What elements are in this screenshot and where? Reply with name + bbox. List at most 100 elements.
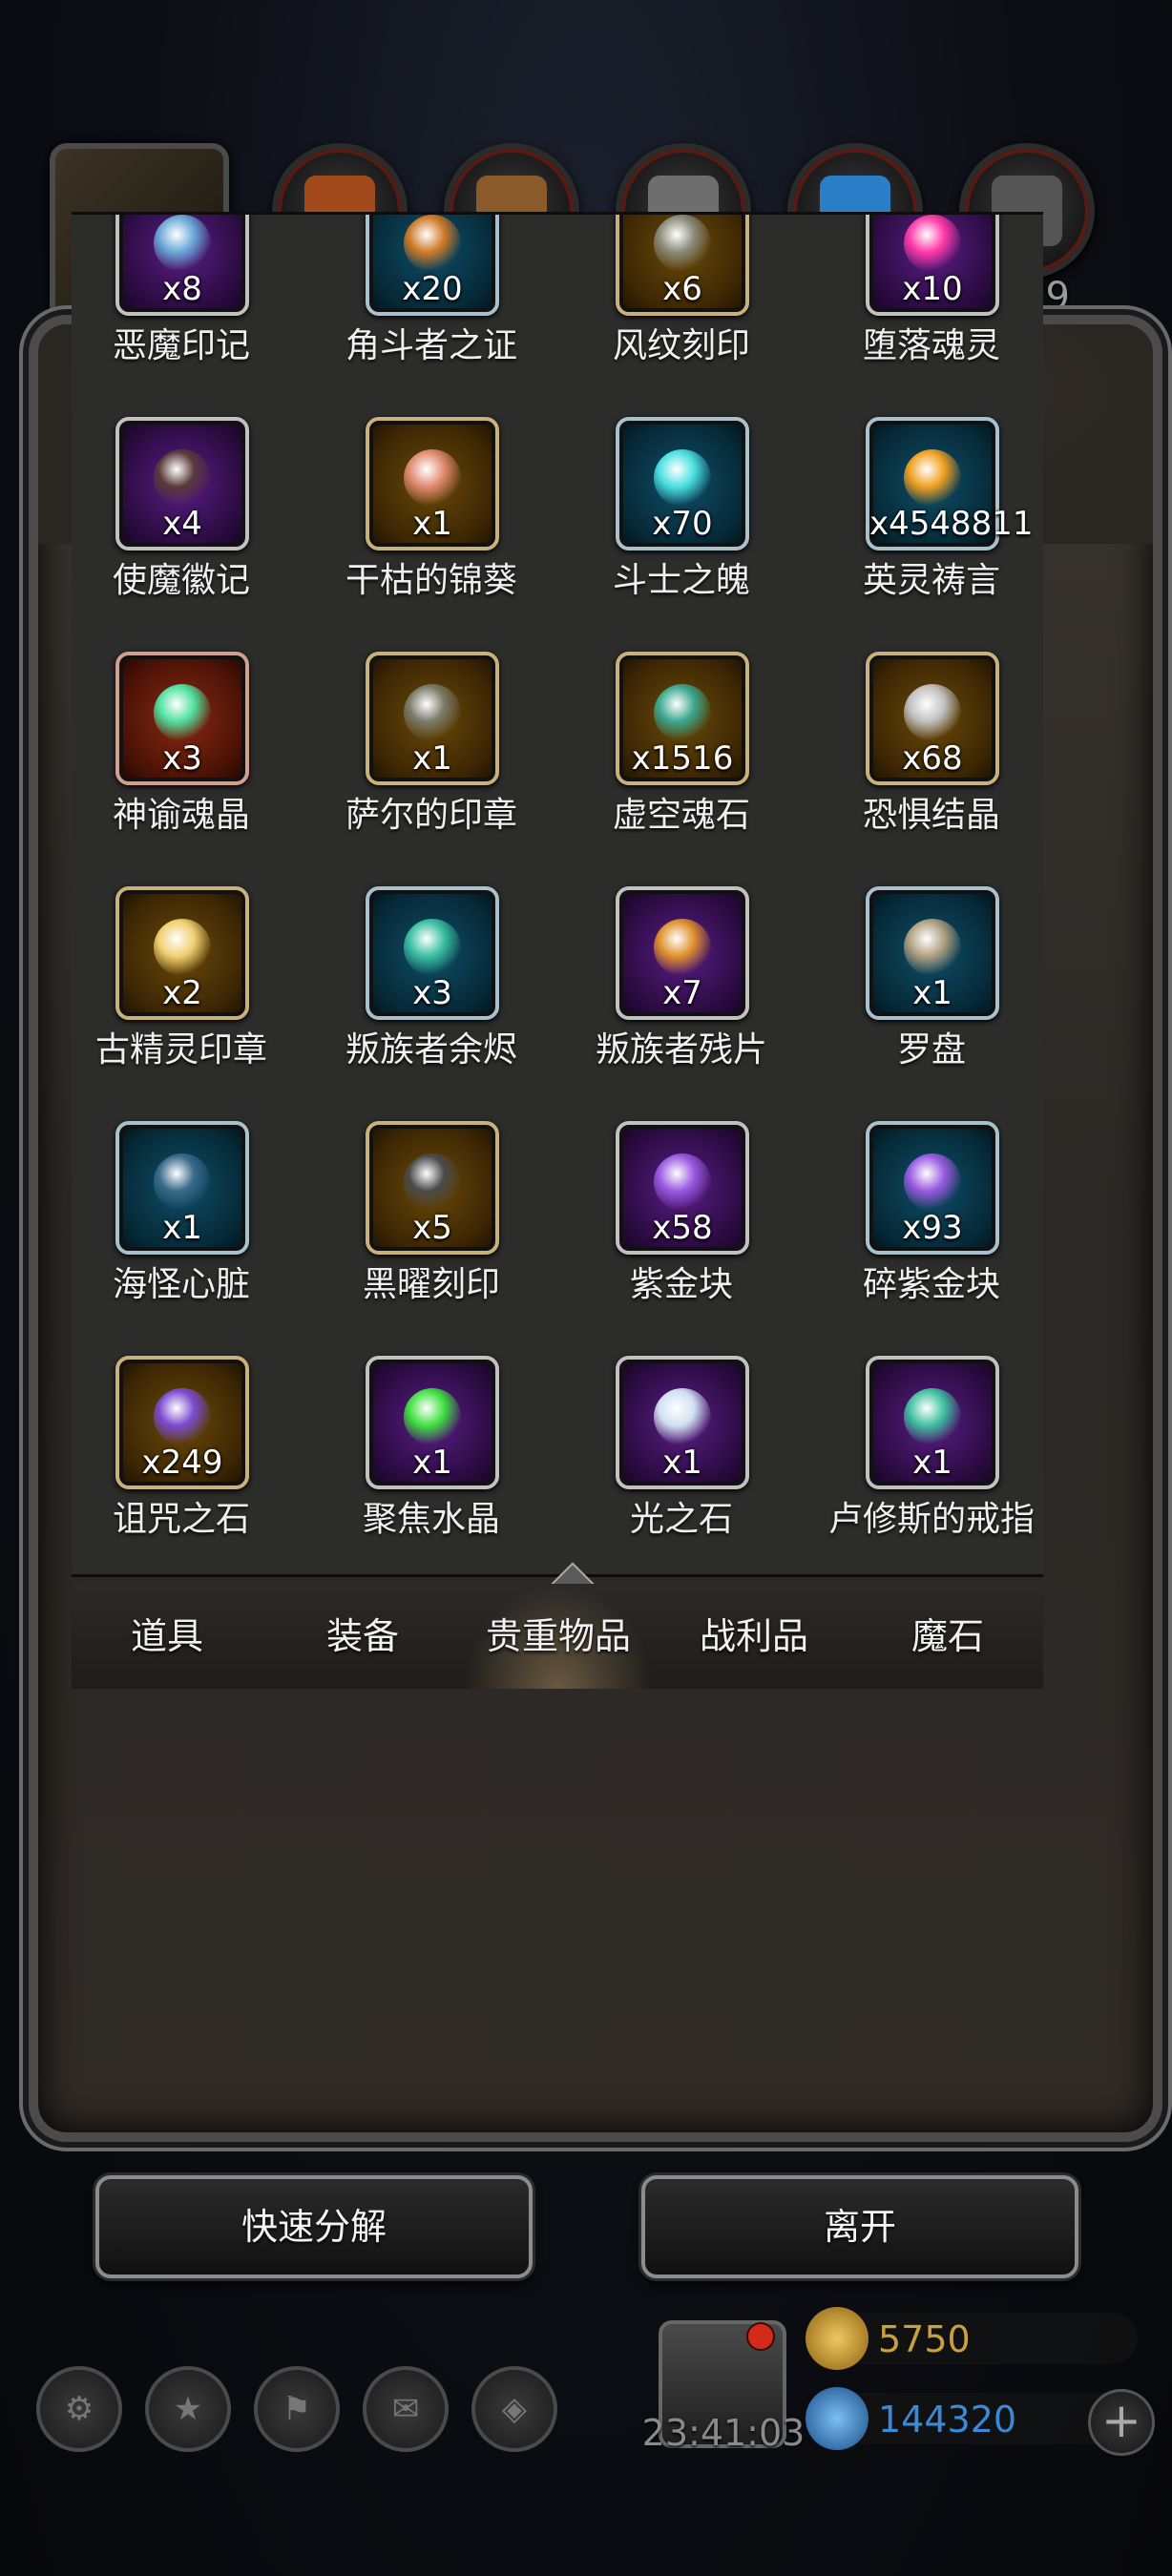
oracle-crystal-icon xyxy=(154,684,211,741)
settings-icon[interactable]: ⚙ xyxy=(36,2366,122,2452)
tab-equipment[interactable]: 装备 xyxy=(267,1584,458,1689)
item-slot[interactable]: x1516 xyxy=(616,652,749,785)
item-cell[interactable]: x70 斗士之魄 xyxy=(572,417,791,669)
item-name: 叛族者残片 xyxy=(595,1030,767,1070)
item-cell[interactable]: x1 萨尔的印章 xyxy=(322,652,541,904)
item-slot[interactable]: x2 xyxy=(115,886,249,1020)
tab-valuables[interactable]: 贵重物品 xyxy=(463,1584,654,1689)
fallen-soul-icon xyxy=(904,215,961,272)
item-quantity: x1 xyxy=(162,1209,202,1247)
item-quantity: x2 xyxy=(162,974,202,1012)
item-name: 英灵祷言 xyxy=(862,561,1000,600)
item-slot[interactable]: x1 xyxy=(115,1121,249,1255)
item-cell[interactable]: x5 黑曜刻印 xyxy=(322,1121,541,1373)
item-cell[interactable]: x1 罗盘 xyxy=(822,886,1041,1138)
traitor-shard-icon xyxy=(654,919,711,976)
item-cell[interactable]: x93 碎紫金块 xyxy=(822,1121,1041,1373)
lucius-ring-icon xyxy=(904,1388,961,1445)
item-name: 堕落魂灵 xyxy=(862,326,1000,365)
gem-value: 144320 xyxy=(878,2399,1017,2441)
item-quantity: x1 xyxy=(912,1444,952,1482)
item-cell[interactable]: x68 恐惧结晶 xyxy=(822,652,1041,904)
item-quantity: x70 xyxy=(652,505,713,543)
shop-icon[interactable]: ◈ xyxy=(471,2366,557,2452)
item-slot[interactable]: x58 xyxy=(616,1121,749,1255)
item-slot[interactable]: x7 xyxy=(616,886,749,1020)
add-currency-button[interactable]: + xyxy=(1088,2389,1155,2456)
item-name: 古精灵印章 xyxy=(94,1030,267,1070)
item-quantity: x3 xyxy=(412,974,452,1012)
familiar-badge-icon xyxy=(154,449,211,507)
guild-icon[interactable]: ⚑ xyxy=(254,2366,340,2452)
item-cell[interactable]: x1 卢修斯的戒指 xyxy=(822,1356,1041,1574)
void-soulstone-icon xyxy=(654,684,711,741)
tab-loot[interactable]: 战利品 xyxy=(659,1584,849,1689)
item-slot[interactable]: x5 xyxy=(366,1121,499,1255)
item-slot[interactable]: x249 xyxy=(115,1356,249,1489)
item-cell[interactable]: x20 角斗者之证 xyxy=(322,215,541,434)
item-slot[interactable]: x8 xyxy=(115,215,249,316)
item-cell[interactable]: x3 叛族者余烬 xyxy=(322,886,541,1138)
item-slot[interactable]: x1 xyxy=(366,1356,499,1489)
wind-rune-icon xyxy=(654,215,711,272)
item-quantity: x10 xyxy=(902,270,963,308)
achievement-icon[interactable]: ★ xyxy=(145,2366,231,2452)
item-cell[interactable]: x58 紫金块 xyxy=(572,1121,791,1373)
item-cell[interactable]: x1516 虚空魂石 xyxy=(572,652,791,904)
item-cell[interactable]: x3 神谕魂晶 xyxy=(72,652,291,904)
item-name: 神谕魂晶 xyxy=(112,796,250,835)
item-cell[interactable]: x4548811 英灵祷言 xyxy=(822,417,1041,669)
item-cell[interactable]: x249 诅咒之石 xyxy=(72,1356,291,1574)
item-slot[interactable]: x6 xyxy=(616,215,749,316)
item-quantity: x5 xyxy=(412,1209,452,1247)
item-quantity: x4548811 xyxy=(869,505,1034,543)
amethyst-fragment-icon xyxy=(904,1153,961,1211)
item-name: 碎紫金块 xyxy=(862,1265,1000,1304)
item-name: 光之石 xyxy=(629,1500,733,1539)
item-cell[interactable]: x1 光之石 xyxy=(572,1356,791,1574)
leave-button[interactable]: 离开 xyxy=(641,2175,1078,2278)
item-quantity: x1 xyxy=(412,739,452,778)
item-cell[interactable]: x8 恶魔印记 xyxy=(72,215,291,434)
item-cell[interactable]: x1 聚焦水晶 xyxy=(322,1356,541,1574)
item-name: 卢修斯的戒指 xyxy=(827,1500,1035,1539)
item-slot[interactable]: x70 xyxy=(616,417,749,551)
item-slot[interactable]: x10 xyxy=(866,215,999,316)
item-cell[interactable]: x7 叛族者残片 xyxy=(572,886,791,1138)
item-quantity: x68 xyxy=(902,739,963,778)
tab-magic-stones[interactable]: 魔石 xyxy=(852,1584,1043,1689)
gem-icon xyxy=(806,2387,869,2450)
mail-icon[interactable]: ✉ xyxy=(363,2366,449,2452)
item-slot[interactable]: x3 xyxy=(366,886,499,1020)
category-tabs: 道具 装备 贵重物品 战利品 魔石 xyxy=(72,1584,1043,1689)
obsidian-rune-icon xyxy=(404,1153,461,1211)
item-cell[interactable]: x1 海怪心脏 xyxy=(72,1121,291,1373)
item-slot[interactable]: x1 xyxy=(366,652,499,785)
item-grid[interactable]: x8 恶魔印记 x20 角斗者之证 x6 风纹刻印 x10 堕落魂灵 x4 使魔徽记 x1 干枯的锦葵… xyxy=(72,215,1043,1574)
item-slot[interactable]: x68 xyxy=(866,652,999,785)
item-slot[interactable]: x4548811 xyxy=(866,417,1034,551)
quick-decompose-button[interactable]: 快速分解 xyxy=(95,2175,533,2278)
item-slot[interactable]: x1 xyxy=(366,417,499,551)
focus-crystal-icon xyxy=(404,1388,461,1445)
item-slot[interactable]: x3 xyxy=(115,652,249,785)
item-slot[interactable]: x1 xyxy=(616,1356,749,1489)
item-slot[interactable]: x93 xyxy=(866,1121,999,1255)
thrall-seal-icon xyxy=(404,684,461,741)
item-slot[interactable]: x20 xyxy=(366,215,499,316)
item-quantity: x20 xyxy=(402,270,463,308)
item-slot[interactable]: x1 xyxy=(866,1356,999,1489)
item-cell[interactable]: x4 使魔徽记 xyxy=(72,417,291,669)
item-quantity: x1516 xyxy=(631,739,734,778)
item-name: 聚焦水晶 xyxy=(362,1500,500,1539)
tab-items[interactable]: 道具 xyxy=(72,1584,262,1689)
item-quantity: x7 xyxy=(662,974,702,1012)
item-slot[interactable]: x4 xyxy=(115,417,249,551)
item-cell[interactable]: x6 风纹刻印 xyxy=(572,215,791,434)
item-cell[interactable]: x1 干枯的锦葵 xyxy=(322,417,541,669)
item-cell[interactable]: x10 堕落魂灵 xyxy=(822,215,1041,434)
item-slot[interactable]: x1 xyxy=(866,886,999,1020)
item-quantity: x6 xyxy=(662,270,702,308)
notification-dot xyxy=(746,2322,775,2351)
item-cell[interactable]: x2 古精灵印章 xyxy=(72,886,291,1138)
